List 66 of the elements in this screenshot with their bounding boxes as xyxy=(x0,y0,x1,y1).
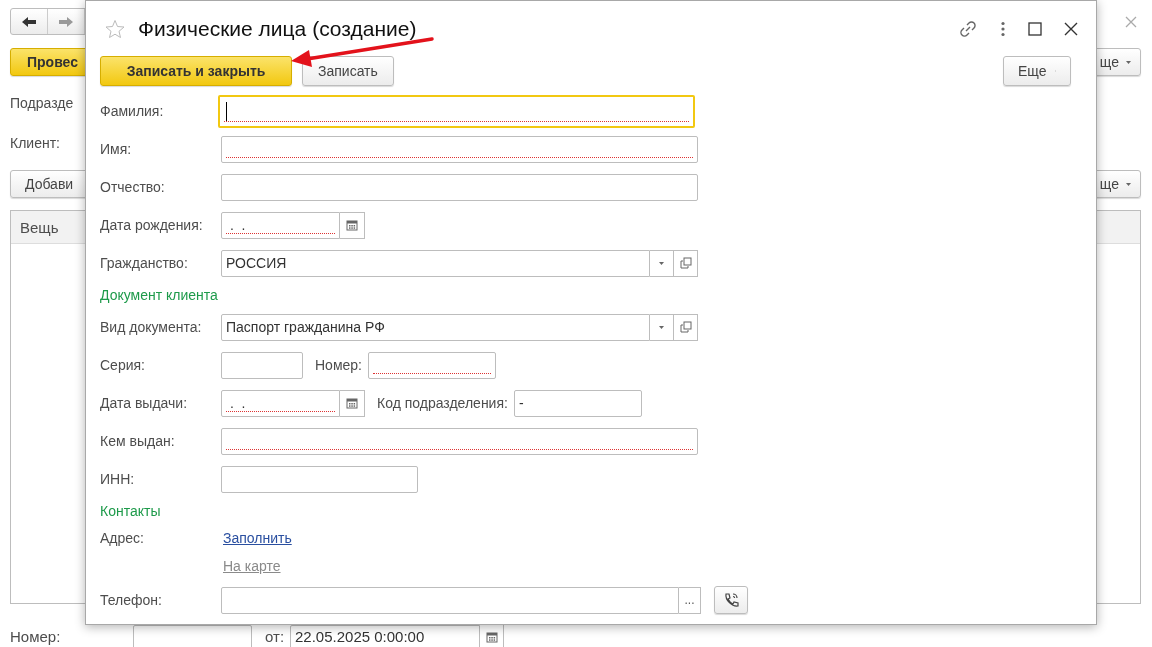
section-title: Документ клиента xyxy=(100,287,218,303)
field-label: Код подразделения: xyxy=(377,395,508,411)
date-field[interactable]: . . xyxy=(221,389,340,417)
input-field[interactable] xyxy=(218,94,695,128)
field-label: Телефон: xyxy=(100,592,163,608)
phone-field[interactable] xyxy=(221,586,679,614)
field-label: ИНН: xyxy=(100,471,136,487)
calendar-button[interactable] xyxy=(340,389,365,417)
phone-icon xyxy=(723,592,739,608)
field-label: Фамилия: xyxy=(100,103,165,119)
caret-icon xyxy=(658,260,665,266)
select-field[interactable]: Паспорт гражданина РФ xyxy=(221,313,650,341)
calendar-icon xyxy=(346,397,358,409)
close-icon[interactable] xyxy=(1064,21,1078,36)
right-arrow-icon xyxy=(58,15,74,28)
input-field[interactable] xyxy=(221,351,303,379)
input-field[interactable] xyxy=(133,624,252,647)
link-icon[interactable] xyxy=(958,18,978,39)
field-label: Гражданство: xyxy=(100,255,189,271)
more-button[interactable]: Еще xyxy=(1003,56,1071,86)
calendar-icon xyxy=(485,630,498,643)
field-label: Номер: xyxy=(315,357,362,373)
field-label: Вид документа: xyxy=(100,319,203,335)
field-label: Номер: xyxy=(10,628,62,645)
field-label: Подразде xyxy=(10,94,74,113)
field-label: Адрес: xyxy=(100,529,145,548)
column-header: Вещь xyxy=(20,218,59,236)
link[interactable]: Заполнить xyxy=(223,524,292,552)
save-button[interactable]: Записать xyxy=(302,56,394,86)
date-field[interactable]: . . xyxy=(221,211,340,239)
field-label: Дата рождения: xyxy=(100,217,204,233)
dropdown-button[interactable] xyxy=(650,249,674,277)
maximize-icon[interactable] xyxy=(1028,21,1042,36)
input-field[interactable] xyxy=(221,465,418,493)
field-label: Имя: xyxy=(100,141,133,157)
field-label: Кем выдан: xyxy=(100,433,176,449)
close-icon xyxy=(1125,15,1137,28)
more-icon[interactable] xyxy=(1000,20,1006,37)
window-title: Физические лица (создание) xyxy=(138,16,417,41)
star-icon[interactable] xyxy=(105,18,125,39)
field-label: от: xyxy=(265,628,286,645)
caret-icon xyxy=(1125,181,1132,187)
field-label: Серия: xyxy=(100,357,146,373)
field-label: Клиент: xyxy=(10,134,60,153)
open-button[interactable] xyxy=(674,313,698,341)
select-button[interactable]: ... xyxy=(679,586,701,614)
open-icon xyxy=(679,257,692,269)
select-field[interactable]: РОССИЯ xyxy=(221,249,650,277)
call-button[interactable] xyxy=(714,586,748,614)
open-icon xyxy=(679,321,692,333)
dropdown-button[interactable] xyxy=(650,313,674,341)
caret-icon xyxy=(658,324,665,330)
calendar-icon xyxy=(346,219,358,231)
open-button[interactable] xyxy=(674,249,698,277)
input-field[interactable]: - xyxy=(513,389,642,417)
field-label: Дата выдачи: xyxy=(100,395,189,411)
input-field[interactable] xyxy=(221,135,698,163)
left-arrow-icon xyxy=(21,15,37,28)
save-and-close-button[interactable]: Записать и закрыть xyxy=(100,56,292,86)
input-field[interactable] xyxy=(221,173,698,201)
section-title: Контакты xyxy=(100,503,161,519)
input-field[interactable] xyxy=(221,427,698,455)
input-field[interactable] xyxy=(368,351,496,379)
date-field[interactable]: 22.05.2025 0:00:00 xyxy=(290,624,480,647)
calendar-button[interactable] xyxy=(340,211,365,239)
caret-icon xyxy=(1125,59,1132,65)
